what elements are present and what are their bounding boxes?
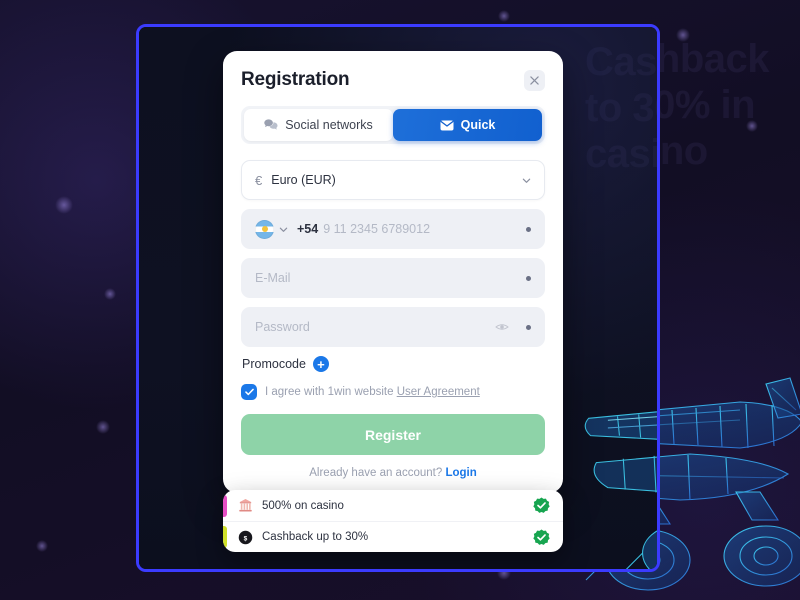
eye-icon[interactable] (495, 322, 509, 332)
list-item[interactable]: $ Cashback up to 30% (223, 521, 563, 552)
airplane-wireframe-graphic-inframe (579, 374, 657, 569)
currency-select-value: Euro (EUR) (271, 173, 336, 187)
agreement-text-label: I agree with 1win website (265, 386, 394, 398)
sparkle-decoration (33, 537, 51, 555)
registration-modal: Registration Social networks Quick € Eur… (223, 51, 563, 493)
svg-text:$: $ (243, 535, 247, 542)
register-button[interactable]: Register (241, 414, 545, 455)
chevron-down-icon (522, 178, 531, 183)
bonus-list: 500% on casino $ Cashback up to 30% (223, 490, 563, 552)
euro-symbol-icon: € (255, 172, 263, 188)
phone-field-indicator-dot (526, 226, 531, 232)
user-agreement-link[interactable]: User Agreement (397, 386, 480, 398)
email-placeholder: E-Mail (255, 271, 291, 285)
sparkle-decoration (495, 7, 513, 25)
close-button[interactable] (524, 69, 545, 91)
modal-header: Registration (241, 69, 545, 91)
country-chevron-down-icon[interactable] (279, 225, 288, 234)
add-promocode-button[interactable]: + (312, 356, 329, 372)
page-title: Registration (241, 69, 350, 90)
promo-headline-inframe: Cashback to 30% in casino (585, 39, 660, 177)
login-prompt: Already have an account? Login (241, 467, 545, 479)
tab-social-networks[interactable]: Social networks (244, 109, 393, 141)
sparkle-decoration (51, 192, 77, 218)
password-placeholder: Password (255, 320, 310, 334)
tab-quick[interactable]: Quick (393, 109, 542, 141)
login-prompt-text: Already have an account? (309, 467, 443, 479)
green-check-badge (533, 497, 550, 513)
email-field-indicator-dot (526, 275, 531, 281)
currency-select[interactable]: € Euro (EUR) (241, 160, 545, 200)
login-link[interactable]: Login (445, 467, 476, 479)
password-field-indicator-dot (526, 324, 531, 330)
close-icon (530, 75, 539, 85)
check-icon (244, 388, 254, 396)
email-field[interactable]: E-Mail (241, 258, 545, 298)
argentina-flag-icon (255, 219, 274, 239)
green-check-badge (533, 529, 550, 545)
agreement-text: I agree with 1win website User Agreement (265, 386, 480, 398)
bonus-label: 500% on casino (262, 499, 344, 512)
promocode-label: Promocode (242, 357, 306, 371)
highlight-frame: Cashback to 30% in casino (136, 24, 660, 572)
list-item[interactable]: 500% on casino (223, 490, 563, 521)
password-field[interactable]: Password (241, 307, 545, 347)
promo-headline-inframe-line-3: casino (585, 132, 660, 176)
promocode-row: Promocode + (242, 356, 545, 372)
sparkle-decoration (93, 417, 113, 437)
coin-icon: $ (237, 529, 253, 545)
bonus-accent-bar (223, 494, 227, 517)
phone-input[interactable]: +54 9 11 2345 6789012 (241, 209, 545, 249)
agreement-row: I agree with 1win website User Agreement (241, 384, 545, 400)
tab-social-networks-label: Social networks (285, 118, 373, 132)
bonus-accent-bar (223, 526, 227, 548)
promo-headline-inframe-line-2: to 30% in (585, 86, 657, 130)
casino-building-icon (237, 498, 253, 514)
sparkle-decoration (101, 285, 119, 303)
phone-dial-code: +54 (297, 222, 319, 236)
bonus-label: Cashback up to 30% (262, 531, 369, 543)
social-chat-icon (264, 119, 278, 131)
registration-method-tabs: Social networks Quick (241, 106, 545, 144)
envelope-icon (440, 120, 454, 131)
tab-quick-label: Quick (460, 118, 496, 132)
agreement-checkbox[interactable] (241, 384, 257, 400)
phone-placeholder: 9 11 2345 6789012 (323, 222, 431, 236)
promo-headline-inframe-line-1: Cashback (585, 40, 657, 84)
